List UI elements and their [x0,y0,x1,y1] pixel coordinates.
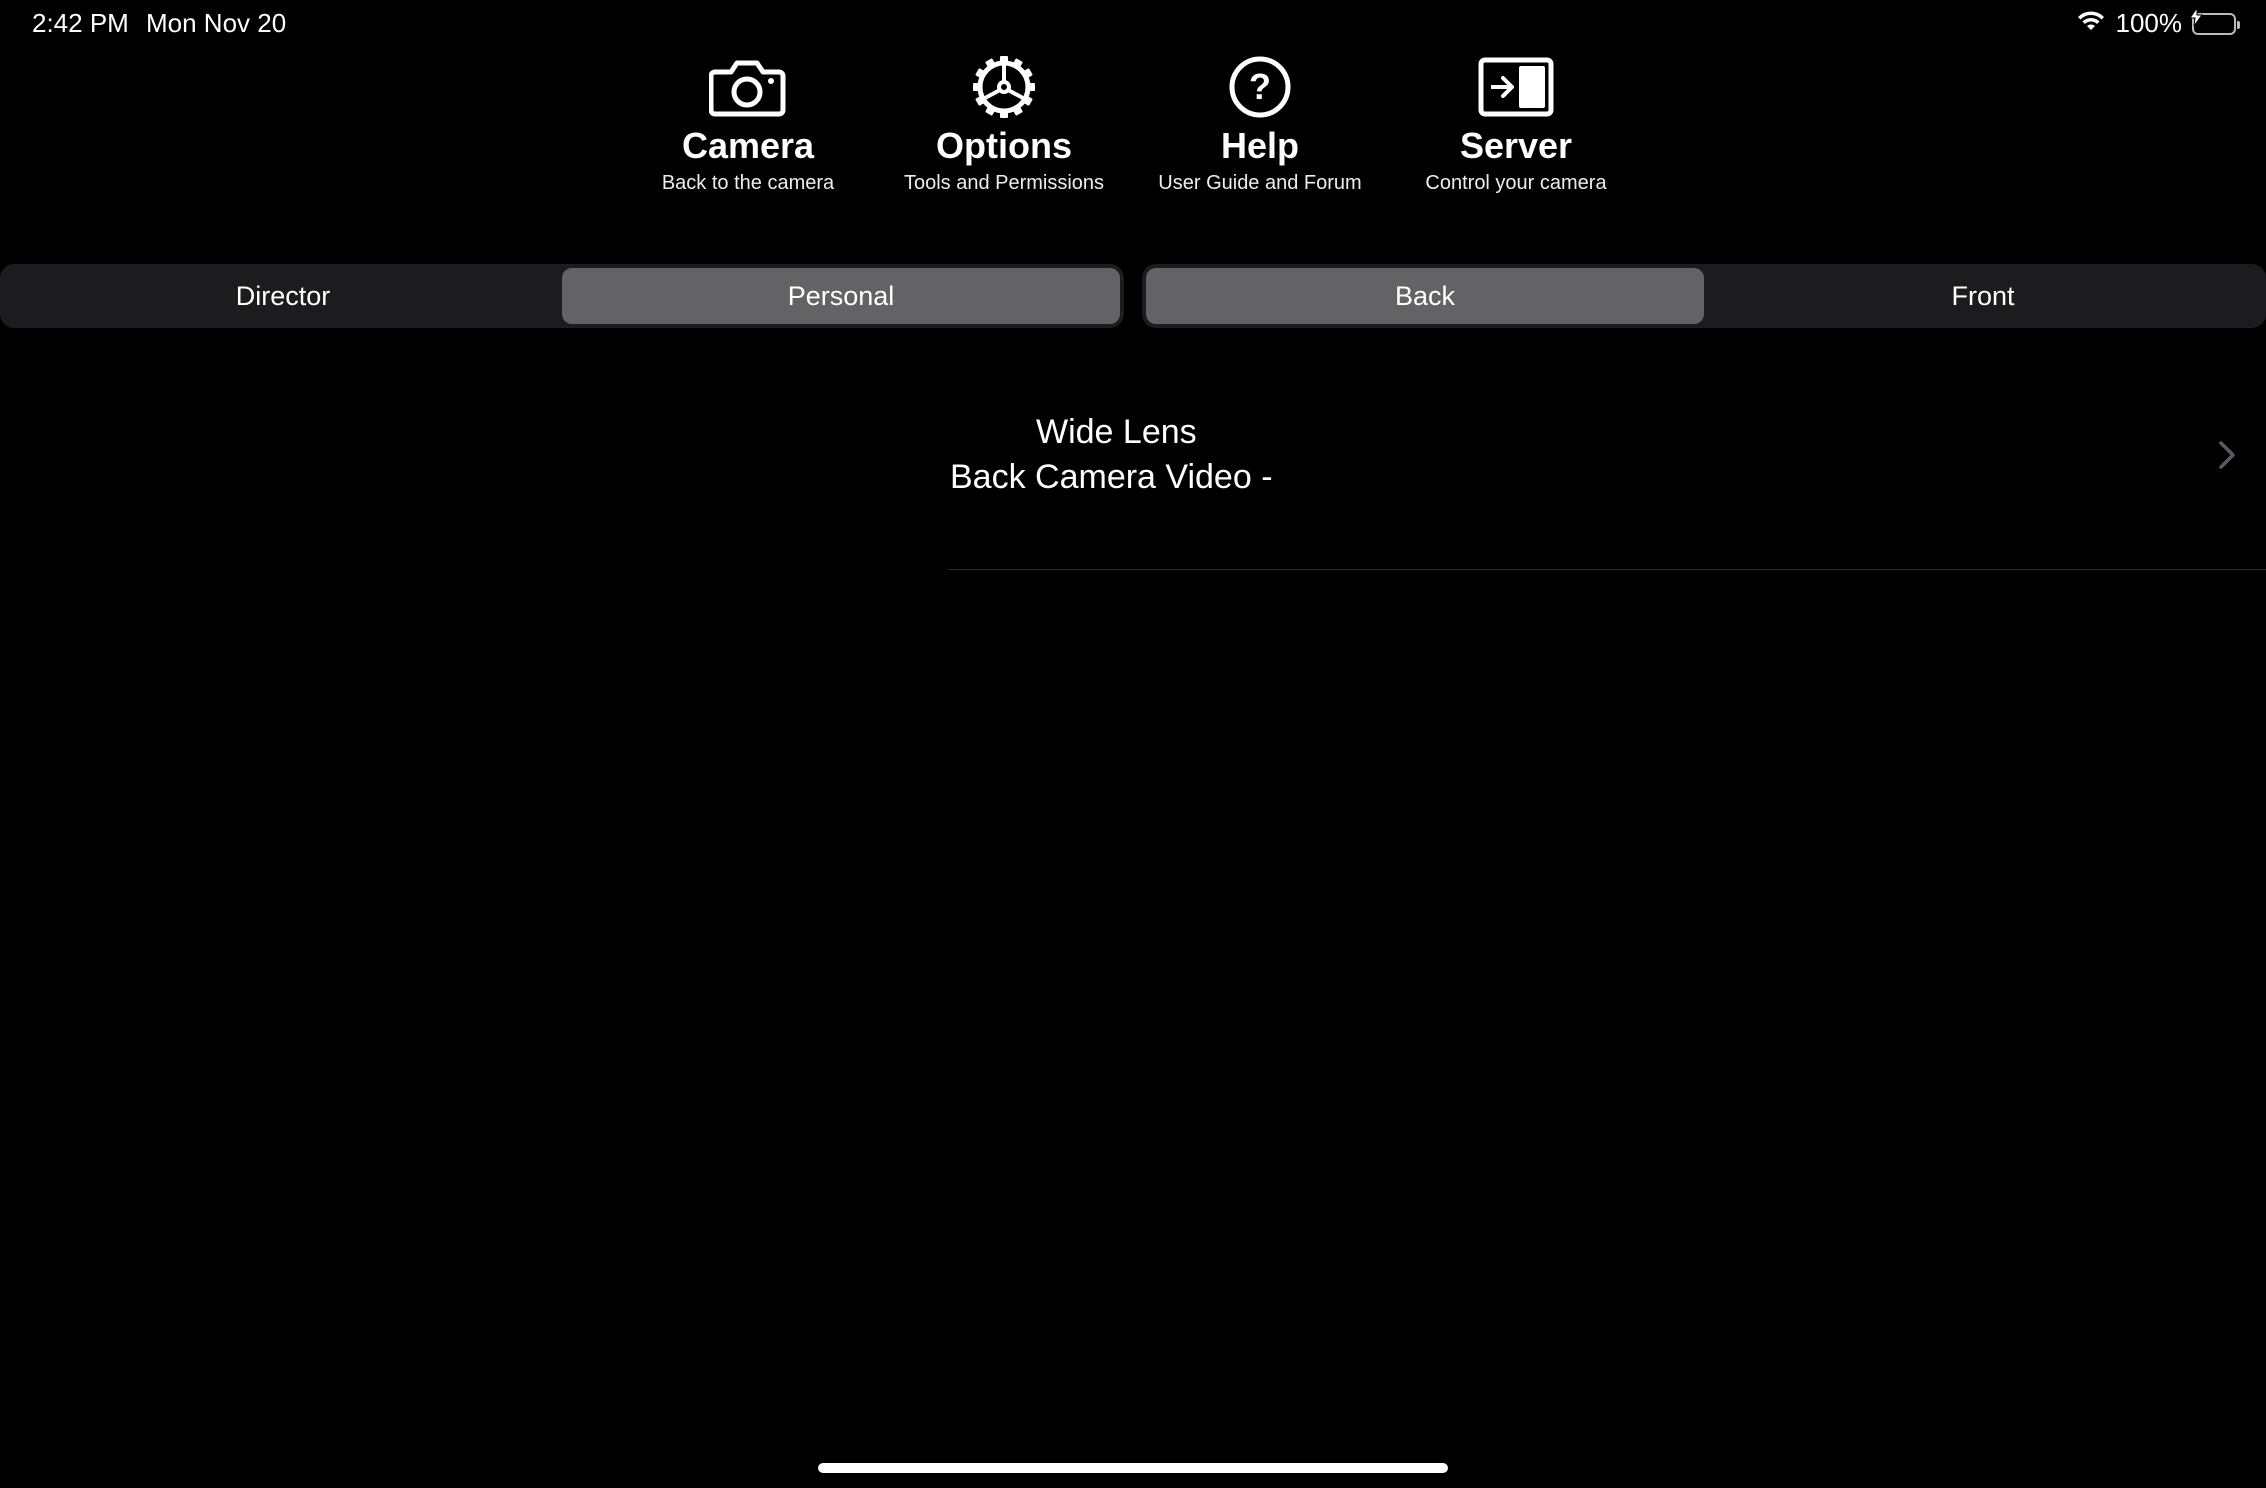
help-button[interactable]: ? Help User Guide and Forum [1140,52,1380,195]
camera-title: Camera [681,125,815,166]
question-circle-icon: ? [1220,52,1300,122]
battery-percent: 100% [2115,8,2183,38]
status-time: 2:42 PM [32,8,129,38]
list-divider [948,569,2266,570]
server-icon [1476,52,1556,122]
wifi-icon [2076,8,2106,39]
help-title: Help [1220,125,1299,166]
segment-personal[interactable]: Personal [562,268,1120,324]
server-button[interactable]: Server Control your camera [1396,52,1636,195]
camera-icon [708,52,788,122]
status-right: 100% [2076,7,2240,39]
home-indicator[interactable] [818,1463,1448,1473]
list-item-title: Wide Lens [1036,413,1197,451]
server-subtitle: Control your camera [1425,172,1607,194]
mode-segmented-control: Director Personal [0,264,1124,328]
chevron-right-icon [2218,440,2236,475]
segment-front[interactable]: Front [1704,268,2262,324]
svg-text:?: ? [1249,66,1271,107]
options-subtitle: Tools and Permissions [903,172,1105,194]
top-toolbar: Camera Back to the camera Options Tools … [0,52,2266,212]
segment-director[interactable]: Director [4,268,562,324]
screen: 2:42 PM Mon Nov 20 100% Camera Back to t… [0,0,2266,1488]
options-title: Options [936,125,1072,166]
status-date: Mon Nov 20 [146,8,287,38]
battery-icon [2189,7,2240,35]
list-item-subtitle: Back Camera Video - [950,458,1273,496]
server-title: Server [1459,125,1573,166]
options-button[interactable]: Options Tools and Permissions [884,52,1124,195]
list-item-wide-lens[interactable]: Wide Lens Back Camera Video - [948,400,2266,570]
camera-subtitle: Back to the camera [661,172,835,194]
camera-button[interactable]: Camera Back to the camera [628,52,868,195]
segment-back[interactable]: Back [1146,268,1704,324]
gear-icon [964,52,1044,122]
help-subtitle: User Guide and Forum [1158,172,1362,194]
camera-segmented-control: Back Front [1142,264,2266,328]
